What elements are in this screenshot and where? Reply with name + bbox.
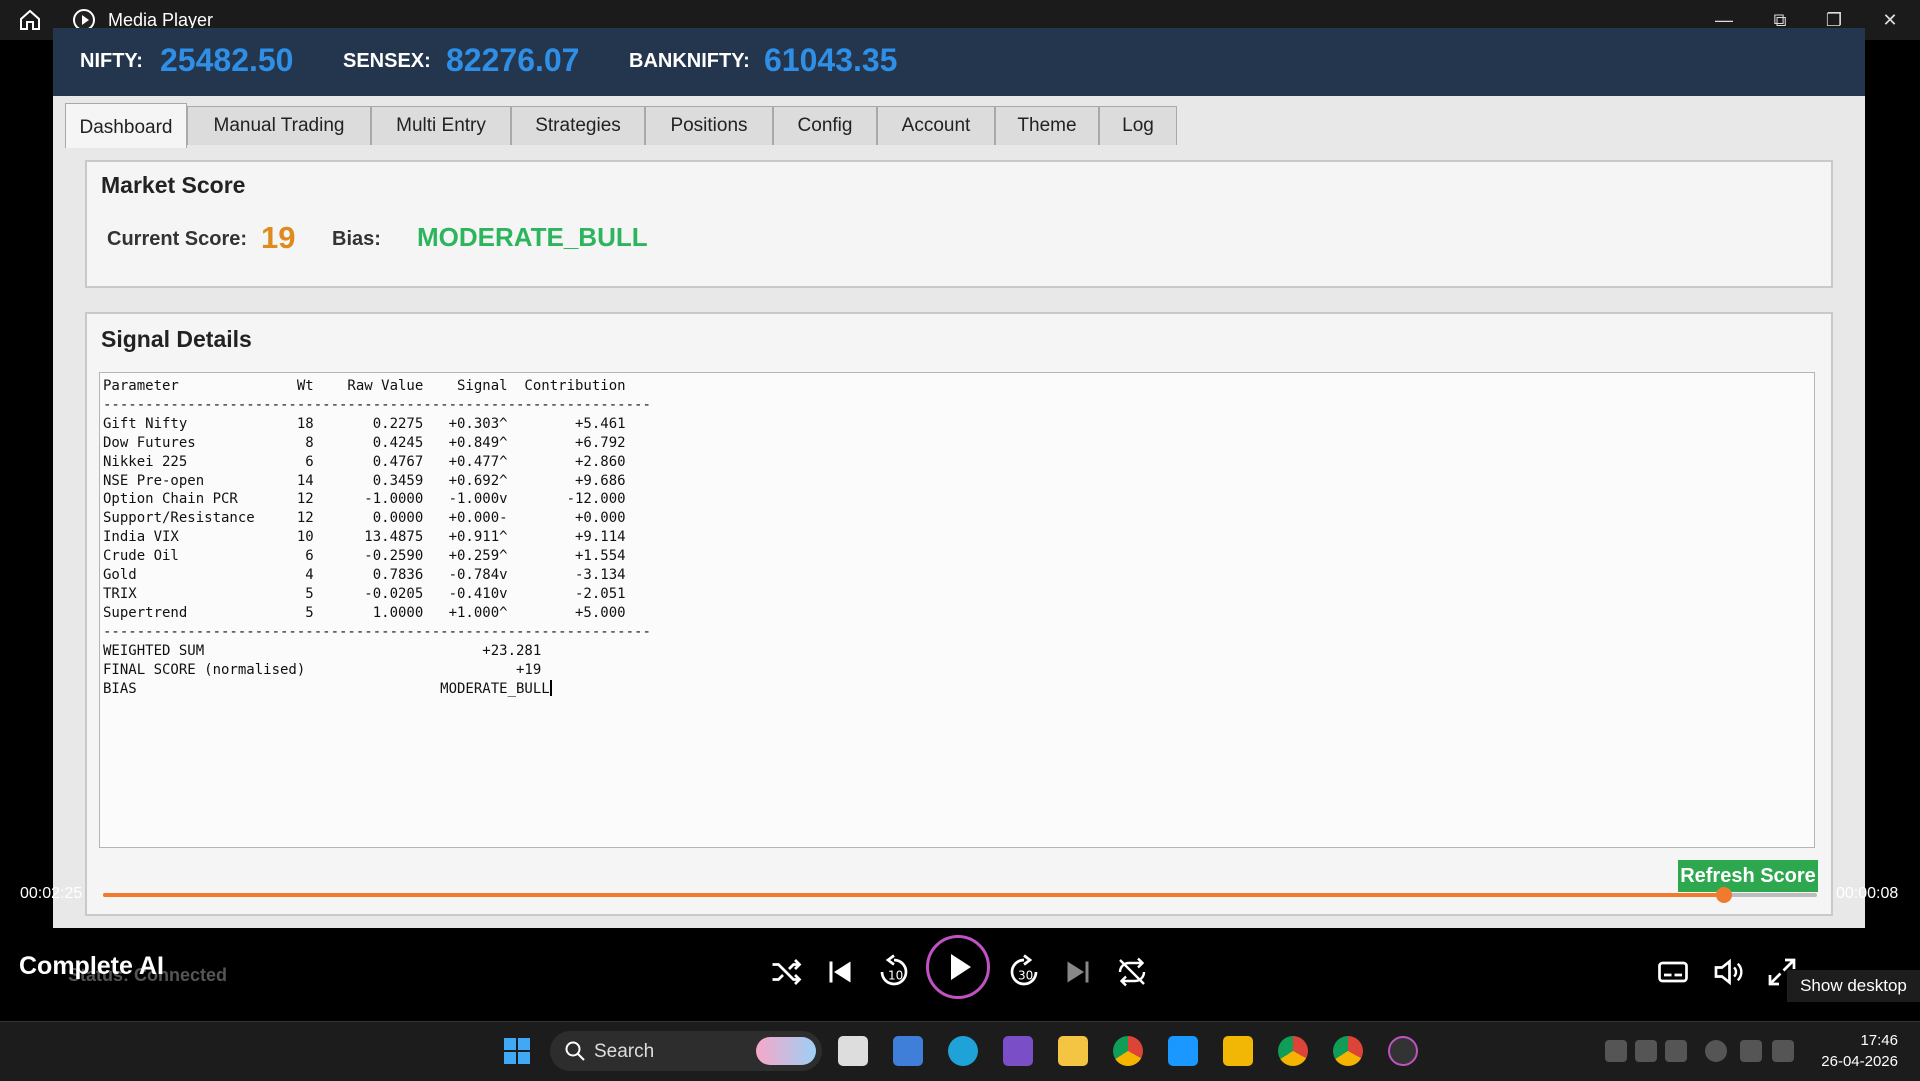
svg-text:10: 10: [888, 969, 903, 983]
search-icon: [564, 1040, 586, 1062]
signal-details-panel: Signal Details Parameter Wt Raw Value Si…: [85, 312, 1833, 916]
bias-value: MODERATE_BULL: [417, 222, 648, 252]
signal-details-title: Signal Details: [101, 326, 252, 352]
market-score-panel: Market Score Current Score: 19 Bias: MOD…: [85, 160, 1833, 288]
forward-30-icon[interactable]: 30: [1006, 954, 1042, 990]
ticker-bar: NIFTY: 25482.50 SENSEX: 82276.07 BANKNIF…: [53, 28, 1865, 96]
clock-time: 17:46: [1860, 1032, 1898, 1049]
ticker-value-nifty: 25482.50: [160, 42, 294, 78]
tab-multi-entry[interactable]: Multi Entry: [371, 106, 511, 145]
rewind-10-icon[interactable]: 10: [876, 954, 912, 990]
signal-details-textarea[interactable]: Parameter Wt Raw Value Signal Contributi…: [99, 372, 1815, 848]
previous-icon[interactable]: [822, 954, 858, 990]
chrome-icon[interactable]: [1113, 1036, 1143, 1066]
windows-start-icon[interactable]: [502, 1036, 532, 1066]
text-caret: [549, 679, 552, 696]
captions-icon[interactable]: [1655, 954, 1691, 990]
sticky-notes-icon[interactable]: [1223, 1036, 1253, 1066]
trading-app: NIFTY: 25482.50 SENSEX: 82276.07 BANKNIF…: [53, 28, 1865, 985]
file-explorer-icon[interactable]: [1058, 1036, 1088, 1066]
remaining-time: 00:00:08: [1836, 885, 1899, 902]
tab-dashboard[interactable]: Dashboard: [65, 103, 187, 148]
seek-progress: [103, 893, 1725, 897]
ticker-value-sensex: 82276.07: [446, 42, 580, 78]
battery-icon[interactable]: [1772, 1040, 1794, 1062]
volume-icon[interactable]: [1710, 954, 1746, 990]
tab-manual-trading[interactable]: Manual Trading: [187, 106, 371, 145]
next-icon[interactable]: [1060, 954, 1096, 990]
speaker-icon[interactable]: [1740, 1040, 1762, 1062]
task-view-icon[interactable]: [838, 1036, 868, 1066]
search-highlight-icon: [756, 1037, 816, 1065]
bias-label: Bias:: [332, 228, 381, 250]
taskbar-search-box[interactable]: Search: [550, 1031, 822, 1071]
show-desktop-tooltip: Show desktop: [1787, 970, 1920, 1002]
play-button[interactable]: [926, 935, 990, 999]
powershell-icon[interactable]: [1003, 1036, 1033, 1066]
ticker-label-banknifty: BANKNIFTY:: [629, 50, 750, 72]
tab-theme[interactable]: Theme: [995, 106, 1099, 145]
clock-date: 26-04-2026: [1821, 1053, 1898, 1070]
shuffle-icon[interactable]: [768, 954, 804, 990]
prime-video-icon[interactable]: [1168, 1036, 1198, 1066]
video-title: Complete AI: [19, 952, 164, 980]
tab-log[interactable]: Log: [1099, 106, 1177, 145]
taskbar: Search 17:46 26-04-2026: [0, 1021, 1920, 1081]
tab-config[interactable]: Config: [773, 106, 877, 145]
ticker-label-sensex: SENSEX:: [343, 50, 431, 72]
screen-icon[interactable]: [1665, 1040, 1687, 1062]
taskbar-clock[interactable]: 17:46 26-04-2026: [1821, 1030, 1898, 1072]
video-icon[interactable]: [1635, 1040, 1657, 1062]
seek-bar[interactable]: [103, 887, 1817, 903]
tab-positions[interactable]: Positions: [645, 106, 773, 145]
camera-icon[interactable]: [1605, 1040, 1627, 1062]
chrome-profile-2-icon[interactable]: [1333, 1036, 1363, 1066]
repeat-icon[interactable]: [1114, 954, 1150, 990]
microsoft-store-icon[interactable]: [893, 1036, 923, 1066]
ticker-label-nifty: NIFTY:: [80, 50, 143, 72]
search-label: Search: [594, 1041, 655, 1062]
close-icon[interactable]: ✕: [1876, 6, 1904, 34]
chrome-profile-icon[interactable]: [1278, 1036, 1308, 1066]
market-score-title: Market Score: [101, 172, 246, 198]
edge-icon[interactable]: [948, 1036, 978, 1066]
settings-icon[interactable]: [1705, 1040, 1727, 1062]
svg-text:30: 30: [1018, 969, 1033, 983]
home-icon[interactable]: [18, 8, 42, 32]
tab-account[interactable]: Account: [877, 106, 995, 145]
current-score-value: 19: [261, 220, 296, 255]
elapsed-time: 00:02:25: [20, 885, 83, 902]
current-score-label: Current Score:: [107, 228, 248, 250]
media-player-taskbar-icon[interactable]: [1388, 1036, 1418, 1066]
tab-strategies[interactable]: Strategies: [511, 106, 645, 145]
ticker-value-banknifty: 61043.35: [764, 42, 898, 78]
refresh-score-button[interactable]: Refresh Score: [1678, 860, 1818, 892]
